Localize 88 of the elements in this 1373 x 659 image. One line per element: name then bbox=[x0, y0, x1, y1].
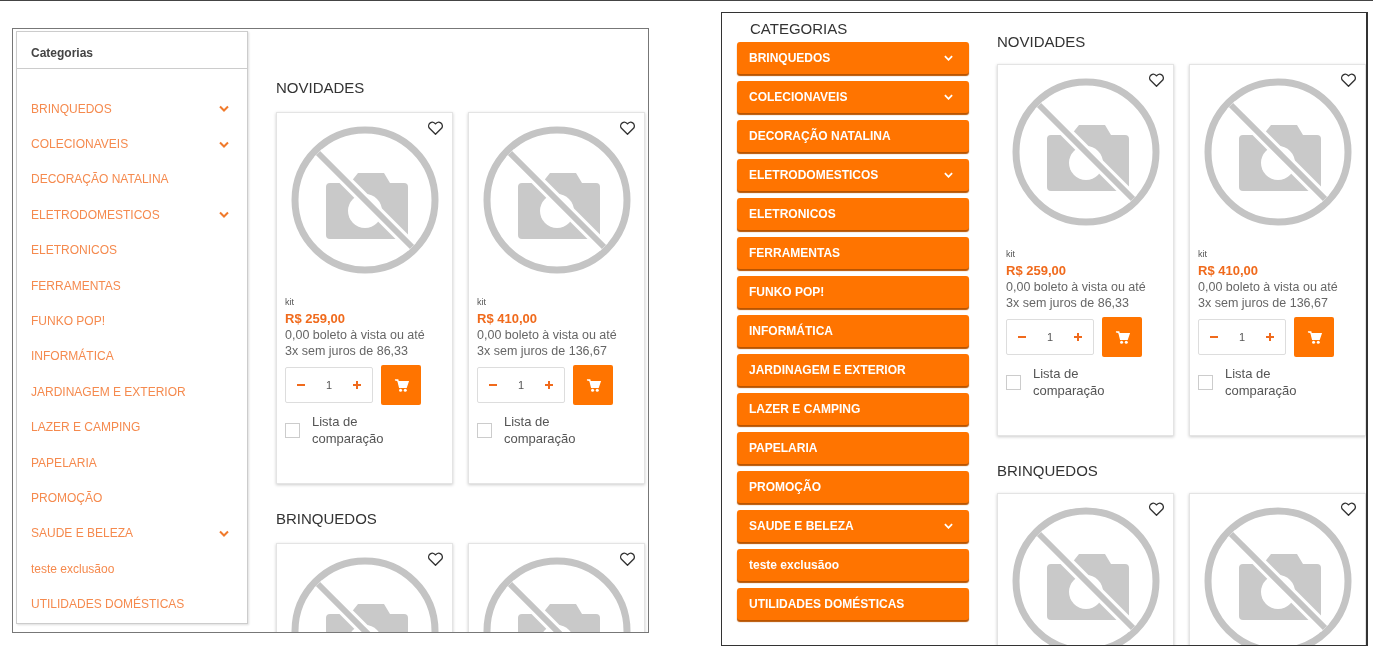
cart-icon bbox=[1306, 329, 1322, 345]
product-name: kit bbox=[285, 297, 295, 307]
quantity-stepper[interactable]: 1 bbox=[1006, 319, 1094, 355]
category-link[interactable]: FUNKO POP! bbox=[737, 276, 969, 308]
category-link[interactable]: SAUDE E BELEZA bbox=[17, 515, 247, 552]
heart-icon[interactable] bbox=[427, 552, 444, 567]
category-link[interactable]: COLECIONAVEIS bbox=[17, 126, 247, 162]
category-link[interactable]: BRINQUEDOS bbox=[737, 42, 969, 74]
category-link[interactable]: DECORAÇÃO NATALINA bbox=[737, 120, 969, 152]
compare-label: Lista de comparação bbox=[312, 413, 385, 447]
category-link[interactable]: FERRAMENTAS bbox=[17, 267, 247, 304]
category-link[interactable]: teste exclusãoo bbox=[737, 549, 969, 581]
section-title: BRINQUEDOS bbox=[997, 462, 1099, 479]
product-price: R$ 410,00 bbox=[1198, 263, 1259, 278]
product-name: kit bbox=[477, 297, 487, 307]
category-link[interactable]: FERRAMENTAS bbox=[737, 237, 969, 269]
category-link[interactable]: PROMOÇÃO bbox=[737, 471, 969, 503]
category-link[interactable]: LAZER E CAMPING bbox=[17, 409, 247, 445]
heart-icon[interactable] bbox=[619, 552, 636, 567]
category-link[interactable]: ELETRONICOS bbox=[737, 198, 969, 230]
compare-checkbox[interactable] bbox=[1006, 374, 1021, 390]
category-link[interactable]: teste exclusãoo bbox=[17, 551, 247, 587]
section-title: BRINQUEDOS bbox=[276, 510, 378, 527]
quantity-value: 1 bbox=[1046, 331, 1054, 343]
category-link[interactable]: COLECIONAVEIS bbox=[737, 81, 969, 113]
quantity-value: 1 bbox=[517, 379, 525, 391]
heart-icon[interactable] bbox=[1340, 73, 1357, 88]
heart-icon[interactable] bbox=[1148, 502, 1165, 517]
plus-icon[interactable] bbox=[1073, 332, 1083, 342]
compare-checkbox[interactable] bbox=[1198, 374, 1213, 390]
no-image-camera-icon bbox=[481, 125, 632, 275]
no-image-camera-icon bbox=[1202, 77, 1353, 227]
product-price: R$ 259,00 bbox=[285, 311, 346, 326]
plus-icon[interactable] bbox=[544, 380, 554, 390]
quantity-value: 1 bbox=[1238, 331, 1246, 343]
category-link[interactable]: PROMOÇÃO bbox=[17, 480, 247, 516]
category-link[interactable]: JARDINAGEM E EXTERIOR bbox=[737, 354, 969, 386]
section-title: NOVIDADES bbox=[997, 33, 1087, 50]
add-to-cart-button[interactable] bbox=[1102, 317, 1142, 357]
installment-text: 0,00 boleto à vista ou até 3x sem juros de 136,67 bbox=[1198, 279, 1339, 311]
quantity-value: 1 bbox=[325, 379, 333, 391]
category-link[interactable]: ELETRODOMESTICOS bbox=[17, 197, 247, 233]
category-link[interactable]: DECORAÇÃO NATALINA bbox=[17, 161, 247, 198]
cart-icon bbox=[1114, 329, 1130, 345]
category-link[interactable]: INFORMÁTICA bbox=[17, 338, 247, 375]
compare-checkbox[interactable] bbox=[477, 422, 492, 438]
installment-text: 0,00 boleto à vista ou até 3x sem juros de 86,33 bbox=[1006, 279, 1147, 311]
no-image-camera-icon bbox=[1010, 77, 1161, 227]
no-image-camera-icon bbox=[289, 125, 440, 275]
category-link[interactable]: SAUDE E BELEZA bbox=[737, 510, 969, 542]
category-link[interactable]: ELETRODOMESTICOS bbox=[737, 159, 969, 191]
product-name: kit bbox=[1006, 249, 1016, 259]
heart-icon[interactable] bbox=[619, 121, 636, 136]
compare-label: Lista de comparação bbox=[1225, 365, 1298, 399]
category-link[interactable]: LAZER E CAMPING bbox=[737, 393, 969, 425]
plus-icon[interactable] bbox=[1265, 332, 1275, 342]
product-price: R$ 410,00 bbox=[477, 311, 538, 326]
category-link[interactable]: PAPELARIA bbox=[17, 444, 247, 481]
categories-title: CATEGORIAS bbox=[749, 19, 849, 39]
category-link[interactable]: PAPELARIA bbox=[737, 432, 969, 464]
heart-icon[interactable] bbox=[427, 121, 444, 136]
category-link[interactable]: INFORMÁTICA bbox=[737, 315, 969, 347]
categories-title: Categorias bbox=[17, 31, 247, 69]
cart-icon bbox=[393, 377, 409, 393]
category-link[interactable]: UTILIDADES DOMÉSTICAS bbox=[737, 588, 969, 620]
heart-icon[interactable] bbox=[1340, 502, 1357, 517]
compare-label: Lista de comparação bbox=[504, 413, 577, 447]
quantity-stepper[interactable]: 1 bbox=[285, 367, 373, 403]
installment-text: 0,00 boleto à vista ou até 3x sem juros de 86,33 bbox=[285, 327, 426, 359]
category-link[interactable]: FUNKO POP! bbox=[17, 303, 247, 339]
product-price: R$ 259,00 bbox=[1006, 263, 1067, 278]
compare-label: Lista de comparação bbox=[1033, 365, 1106, 399]
quantity-stepper[interactable]: 1 bbox=[1198, 319, 1286, 355]
heart-icon[interactable] bbox=[1148, 73, 1165, 88]
category-link[interactable]: JARDINAGEM E EXTERIOR bbox=[17, 374, 247, 410]
category-link[interactable]: UTILIDADES DOMÉSTICAS bbox=[17, 586, 247, 622]
product-name: kit bbox=[1198, 249, 1208, 259]
category-link[interactable]: BRINQUEDOS bbox=[17, 91, 247, 127]
section-title: NOVIDADES bbox=[276, 79, 366, 96]
add-to-cart-button[interactable] bbox=[573, 365, 613, 405]
category-link[interactable]: ELETRONICOS bbox=[17, 232, 247, 268]
cart-icon bbox=[585, 377, 601, 393]
plus-icon[interactable] bbox=[352, 380, 362, 390]
compare-checkbox[interactable] bbox=[285, 422, 300, 438]
installment-text: 0,00 boleto à vista ou até 3x sem juros de 136,67 bbox=[477, 327, 618, 359]
add-to-cart-button[interactable] bbox=[1294, 317, 1334, 357]
add-to-cart-button[interactable] bbox=[381, 365, 421, 405]
quantity-stepper[interactable]: 1 bbox=[477, 367, 565, 403]
